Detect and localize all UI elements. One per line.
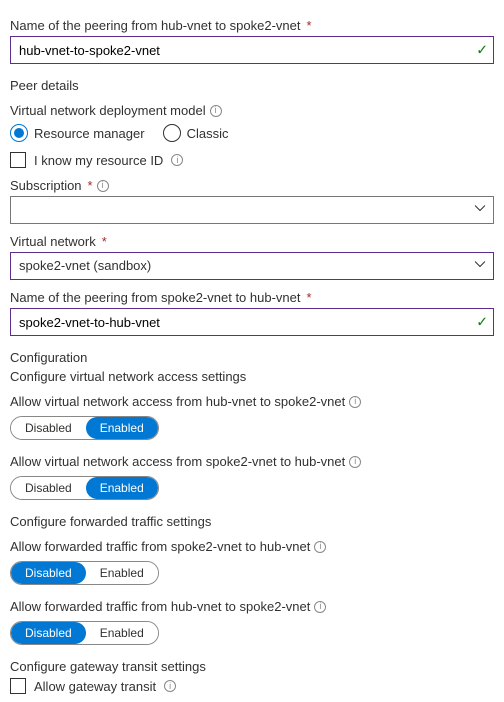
vna-spoke-hub-label: Allow virtual network access from spoke2… [10,454,345,469]
fwd-section-label: Configure forwarded traffic settings [10,514,494,529]
peer-details-title: Peer details [10,78,494,93]
info-icon[interactable]: i [97,180,109,192]
subscription-label: Subscription [10,178,82,193]
fwd-hub-spoke-label: Allow forwarded traffic from hub-vnet to… [10,599,310,614]
vna-hub-spoke-toggle[interactable]: Disabled Enabled [10,416,159,440]
fwd-spoke-hub-label: Allow forwarded traffic from spoke2-vnet… [10,539,310,554]
toggle-enabled[interactable]: Enabled [86,622,158,644]
checkmark-icon: ✓ [476,42,488,59]
peering-name-1-input[interactable] [10,36,494,64]
toggle-enabled[interactable]: Enabled [86,562,158,584]
radio-icon [10,124,28,142]
virtual-network-select[interactable]: spoke2-vnet (sandbox) [10,252,494,280]
info-icon[interactable]: i [164,680,176,692]
peering-name-1-label: Name of the peering from hub-vnet to spo… [10,18,301,33]
toggle-enabled[interactable]: Enabled [86,477,158,499]
toggle-disabled[interactable]: Disabled [11,622,86,644]
required-asterisk: * [102,234,107,249]
subscription-select[interactable] [10,196,494,224]
info-icon[interactable]: i [210,105,222,117]
configuration-title: Configuration [10,350,494,365]
info-icon[interactable]: i [314,601,326,613]
info-icon[interactable]: i [349,396,361,408]
vna-section-label: Configure virtual network access setting… [10,369,494,384]
radio-classic-label: Classic [187,126,229,141]
checkmark-icon: ✓ [476,314,488,331]
radio-icon [163,124,181,142]
toggle-disabled[interactable]: Disabled [11,417,86,439]
info-icon[interactable]: i [314,541,326,553]
allow-gateway-transit-checkbox[interactable] [10,678,26,694]
know-resource-id-label: I know my resource ID [34,153,163,168]
radio-classic[interactable]: Classic [163,124,229,142]
gw-section-label: Configure gateway transit settings [10,659,494,674]
toggle-disabled[interactable]: Disabled [11,562,86,584]
required-asterisk: * [88,178,93,193]
peering-name-2-input[interactable] [10,308,494,336]
toggle-enabled[interactable]: Enabled [86,417,158,439]
deployment-model-label: Virtual network deployment model [10,103,206,118]
virtual-network-label: Virtual network [10,234,96,249]
radio-resource-manager[interactable]: Resource manager [10,124,145,142]
fwd-spoke-hub-toggle[interactable]: Disabled Enabled [10,561,159,585]
required-asterisk: * [307,18,312,33]
required-asterisk: * [307,290,312,305]
fwd-hub-spoke-toggle[interactable]: Disabled Enabled [10,621,159,645]
vna-spoke-hub-toggle[interactable]: Disabled Enabled [10,476,159,500]
toggle-disabled[interactable]: Disabled [11,477,86,499]
peering-name-2-label: Name of the peering from spoke2-vnet to … [10,290,301,305]
info-icon[interactable]: i [171,154,183,166]
radio-rm-label: Resource manager [34,126,145,141]
allow-gateway-transit-label: Allow gateway transit [34,679,156,694]
info-icon[interactable]: i [349,456,361,468]
vna-hub-spoke-label: Allow virtual network access from hub-vn… [10,394,345,409]
know-resource-id-checkbox[interactable] [10,152,26,168]
